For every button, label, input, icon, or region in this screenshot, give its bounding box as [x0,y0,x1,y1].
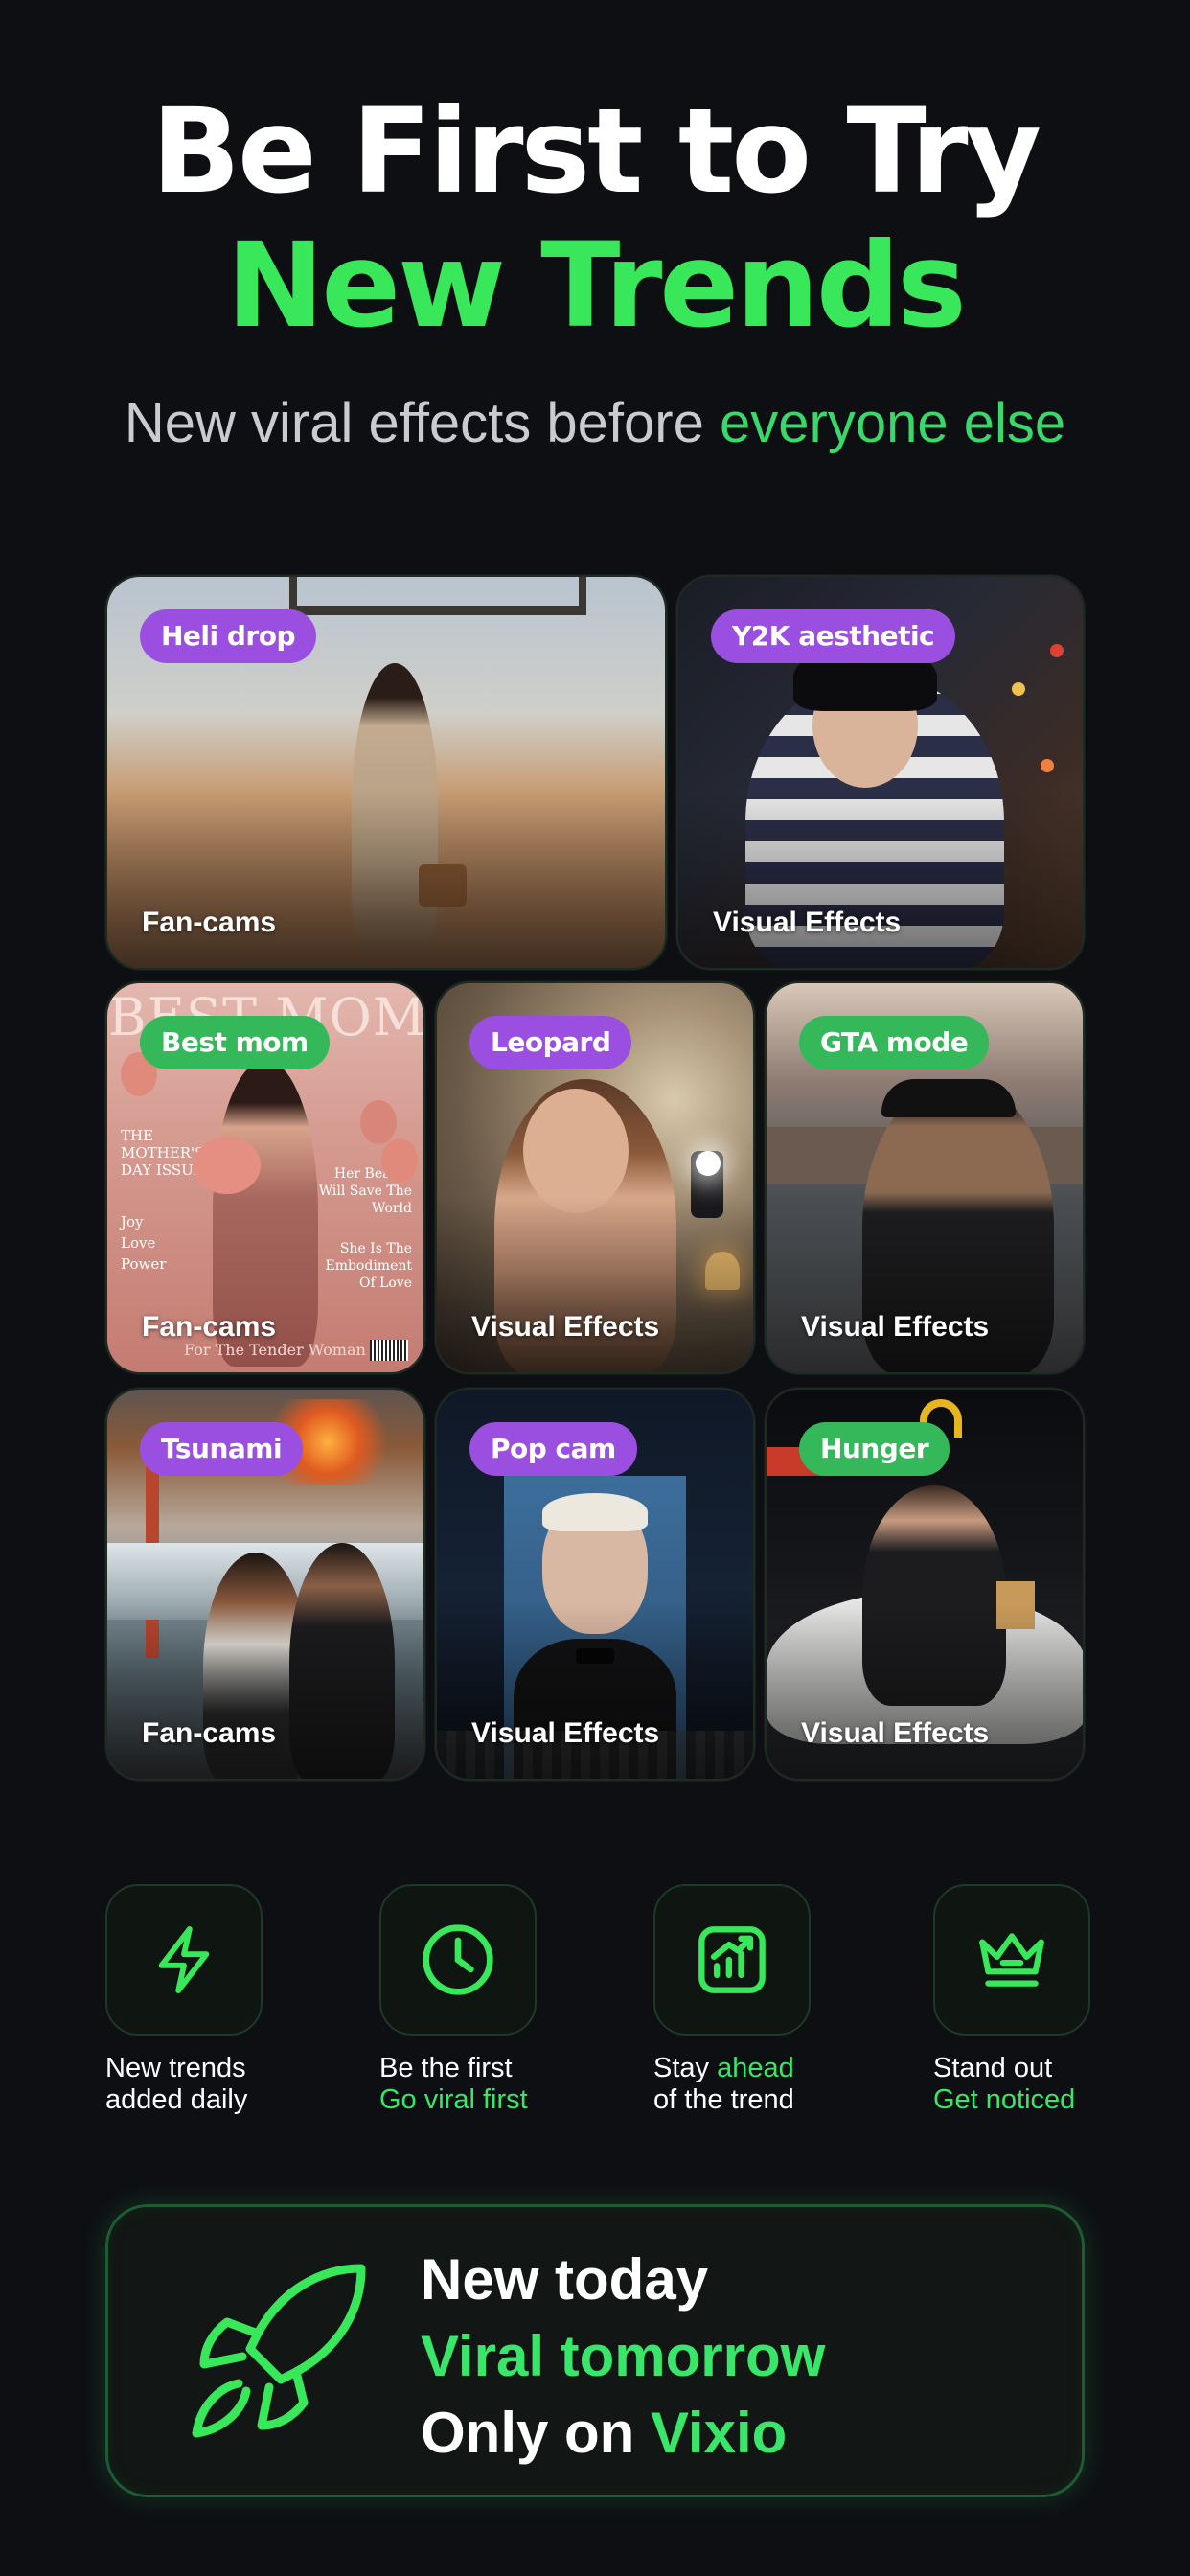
card-caption: Visual Effects [713,907,902,938]
face [523,1089,629,1213]
cta-text: New today Viral tomorrow Only on Vixio [421,2242,825,2472]
cta-line-3: Only on Vixio [421,2395,825,2472]
subtitle-main: New viral effects before [124,392,720,454]
card-caption: Fan-cams [142,907,277,938]
effect-card-best-mom[interactable]: BEST MOM THE MOTHER'S DAY ISSUE Joy Love… [105,981,425,1374]
feature-line-1: Stand out [933,2053,1053,2083]
hair [542,1493,648,1531]
hero-title: Be First to Try New Trends [0,84,1190,353]
cap [881,1079,1016,1117]
effect-card-y2k-aesthetic[interactable]: Y2K aesthetic Visual Effects [676,575,1085,970]
chart-icon [653,1884,811,2036]
magazine-right-text-2: She Is The Embodiment Of Love [325,1241,412,1291]
tag-label: GTA mode [799,1016,990,1070]
cta-line-3a: Only on [421,2401,651,2465]
brand-name: Vixio [651,2401,788,2465]
tag-label: Leopard [469,1016,632,1070]
subtitle-accent: everyone else [719,392,1066,454]
barcode [370,1340,408,1361]
helicopter-skid [289,577,586,615]
cta-banner[interactable]: New today Viral tomorrow Only on Vixio [105,2204,1085,2497]
crown-icon [933,1884,1090,2036]
feature-line-1b: ahead [717,2053,794,2083]
tag-label: Pop cam [469,1422,637,1476]
hero-subtitle: New viral effects before everyone else [0,391,1190,455]
card-caption: Fan-cams [142,1311,277,1343]
lightning-icon [105,1884,263,2036]
bouquet [194,1137,261,1194]
phone-flash [696,1151,721,1176]
feature-new-trends: New trends added daily [105,1884,297,2116]
tag-label: Hunger [799,1422,950,1476]
effect-card-tsunami[interactable]: Tsunami Fan-cams [105,1388,425,1781]
tag-label: Tsunami [140,1422,304,1476]
card-caption: Visual Effects [471,1717,660,1749]
magazine-left-words: Joy Love Power [121,1213,167,1273]
cta-line-1: New today [421,2247,709,2312]
city-lights [1050,644,1064,657]
tag-label: Best mom [140,1016,330,1070]
effect-card-pop-cam[interactable]: Pop cam Visual Effects [435,1388,755,1781]
effect-card-heli-drop[interactable]: Heli drop Fan-cams [105,575,667,970]
feature-line-1: Be the first [379,2053,513,2083]
feature-line-2: Get noticed [933,2084,1076,2115]
feature-stand-out: Stand out Get noticed [933,1884,1090,2116]
card-caption: Visual Effects [801,1311,990,1343]
tag-label: Y2K aesthetic [711,610,956,663]
feature-line-1a: Stay [653,2053,718,2083]
magazine-right-text-1: Her Beauty Will Save The World [318,1166,412,1216]
effect-card-gta-mode[interactable]: GTA mode Visual Effects [765,981,1085,1374]
feature-line-2: of the trend [653,2084,794,2115]
feature-line-2: added daily [105,2084,248,2115]
hero-line-2: New Trends [226,218,967,354]
feature-be-first: Be the first Go viral first [379,1884,571,2116]
feature-line-1: Stay ahead [653,2053,845,2084]
cta-line-2: Viral tomorrow [421,2324,826,2388]
clock-icon [379,1884,537,2036]
hero-line-1: Be First to Try [150,83,1041,219]
tag-label: Heli drop [140,610,316,663]
rocket-icon [192,2264,366,2438]
card-caption: Fan-cams [142,1717,277,1749]
effect-card-hunger[interactable]: Hunger Visual Effects [765,1388,1085,1781]
effect-card-leopard[interactable]: Leopard Visual Effects [435,981,755,1374]
feature-stay-ahead: Stay ahead of the trend [653,1884,845,2116]
feature-line-1: New trends [105,2053,246,2083]
card-caption: Visual Effects [801,1717,990,1749]
feature-line-2: Go viral first [379,2084,528,2115]
card-caption: Visual Effects [471,1311,660,1343]
